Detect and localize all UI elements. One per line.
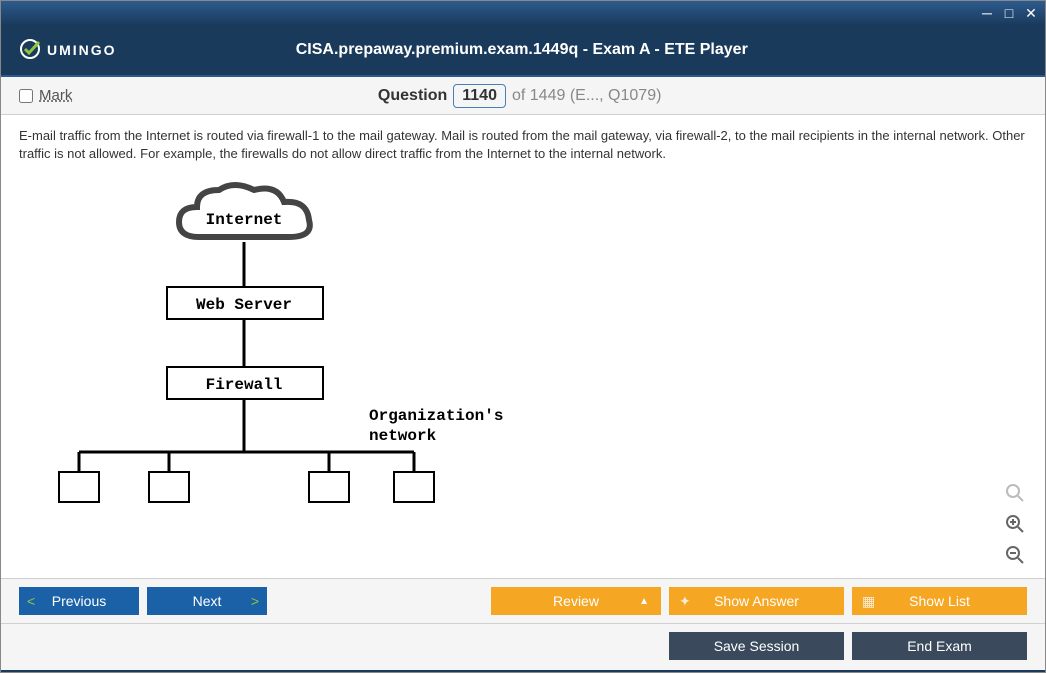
content-area: E-mail traffic from the Internet is rout… [1, 115, 1045, 578]
show-answer-button[interactable]: ✦ Show Answer [669, 587, 844, 615]
zoom-controls [1005, 483, 1025, 568]
maximize-icon[interactable]: □ [1001, 5, 1017, 21]
save-session-button[interactable]: Save Session [669, 632, 844, 660]
diagram-firewall-label: Firewall [206, 376, 283, 394]
question-indicator: Question 1140 of 1449 (E..., Q1079) [72, 84, 967, 108]
app-window: ─ □ ✕ UMINGO CISA.prepaway.premium.exam.… [0, 0, 1046, 673]
question-label: Question [378, 87, 447, 105]
minimize-icon[interactable]: ─ [979, 5, 995, 21]
question-number-input[interactable]: 1140 [453, 84, 506, 108]
star-icon: ✦ [679, 593, 691, 610]
close-icon[interactable]: ✕ [1023, 5, 1039, 22]
diagram-network-label-1: Organization's [369, 407, 503, 425]
network-diagram: Internet Web Server Firewall Organizatio… [39, 172, 1027, 535]
previous-button[interactable]: < Previous [19, 587, 139, 615]
window-title: CISA.prepaway.premium.exam.1449q - Exam … [17, 41, 1027, 59]
question-total: of 1449 (E..., Q1079) [512, 87, 661, 105]
end-exam-button[interactable]: End Exam [852, 632, 1027, 660]
zoom-out-icon[interactable] [1005, 545, 1025, 568]
diagram-webserver-label: Web Server [196, 296, 292, 314]
mark-checkbox[interactable] [19, 89, 33, 103]
next-button[interactable]: Next > [147, 587, 267, 615]
titlebar: ─ □ ✕ [1, 1, 1045, 25]
nav-button-row: < Previous Next > Review ▲ ✦ Show Answer… [1, 578, 1045, 623]
session-button-row: Save Session End Exam [1, 623, 1045, 672]
diagram-network-label-2: network [369, 427, 437, 445]
chevron-left-icon: < [27, 593, 35, 609]
question-bar: Mark Question 1140 of 1449 (E..., Q1079) [1, 77, 1045, 115]
caret-up-icon: ▲ [639, 596, 649, 607]
header: UMINGO CISA.prepaway.premium.exam.1449q … [1, 25, 1045, 77]
chevron-right-icon: > [251, 593, 259, 609]
window-controls: ─ □ ✕ [979, 5, 1039, 22]
mark-label[interactable]: Mark [39, 87, 72, 104]
question-text: E-mail traffic from the Internet is rout… [19, 127, 1027, 162]
review-button[interactable]: Review ▲ [491, 587, 661, 615]
zoom-reset-icon[interactable] [1005, 483, 1025, 506]
show-list-button[interactable]: ▦ Show List [852, 587, 1027, 615]
list-icon: ▦ [862, 593, 875, 610]
diagram-internet-label: Internet [206, 211, 283, 229]
mark-area: Mark [19, 87, 72, 104]
zoom-in-icon[interactable] [1005, 514, 1025, 537]
